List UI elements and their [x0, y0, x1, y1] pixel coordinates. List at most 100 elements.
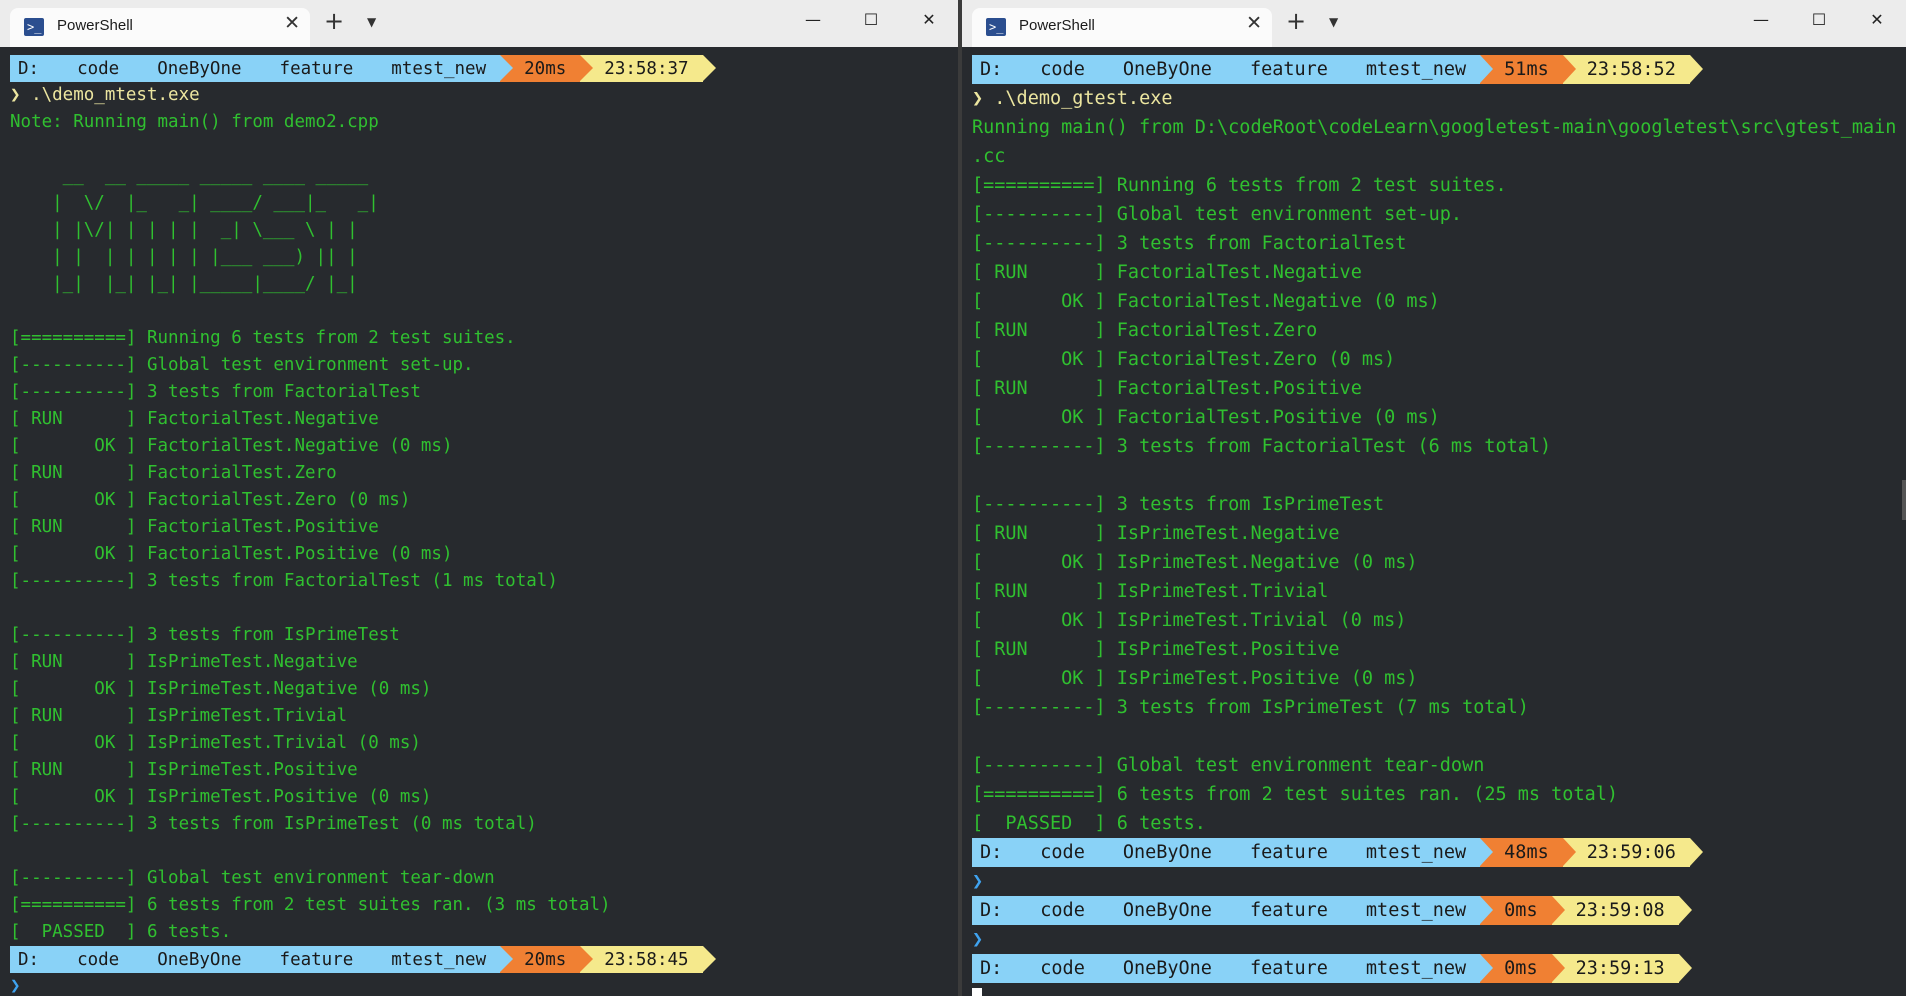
close-window-button[interactable]: ✕ — [900, 0, 958, 40]
output-line: [ OK ] IsPrimeTest.Trivial (0 ms) — [10, 733, 421, 753]
prompt-path-segment: OneByOne — [1098, 838, 1240, 867]
output-line: [ RUN ] FactorialTest.Zero — [10, 463, 337, 483]
close-icon[interactable]: ✕ — [284, 12, 300, 34]
prompt-path-segment: feature — [1225, 896, 1355, 925]
window-controls: — ☐ ✕ — [784, 0, 958, 40]
output-line: [ OK ] FactorialTest.Negative (0 ms) — [10, 436, 453, 456]
output-line: | | | | | | | |___ ___) || | — [10, 247, 358, 267]
output-line: [ OK ] IsPrimeTest.Positive (0 ms) — [10, 787, 432, 807]
output-line: [ PASSED ] 6 tests. — [10, 922, 232, 942]
maximize-button[interactable]: ☐ — [1790, 0, 1848, 40]
prompt-path-segment: feature — [1225, 838, 1355, 867]
new-tab-button[interactable]: + — [324, 7, 344, 35]
prompt-drive: D: — [972, 55, 1030, 84]
prompt-git-branch: mtest_new — [1341, 838, 1494, 867]
prompt-drive: D: — [972, 838, 1030, 867]
output-line: [ RUN ] IsPrimeTest.Negative — [10, 652, 358, 672]
minimize-button[interactable]: — — [1732, 0, 1790, 40]
output-line: [ OK ] IsPrimeTest.Negative (0 ms) — [10, 679, 432, 699]
prompt-drive: D: — [10, 946, 67, 973]
prompt-line: D: code OneByOne feature mtest_new 0ms 2… — [972, 896, 1896, 925]
prompt-git-branch: mtest_new — [367, 55, 513, 82]
prompt-git-branch: mtest_new — [1341, 55, 1494, 84]
chevron-down-icon[interactable]: ▼ — [367, 15, 376, 29]
output-line: [ RUN ] IsPrimeTest.Positive — [10, 760, 358, 780]
output-line: | \/ |_ _| ____/ ___|_ _| — [10, 193, 379, 213]
close-window-button[interactable]: ✕ — [1848, 0, 1906, 40]
prompt-path-segment: OneByOne — [1098, 896, 1240, 925]
output-line: [----------] 3 tests from FactorialTest … — [972, 436, 1552, 457]
prompt-drive: D: — [972, 896, 1030, 925]
prompt-line: D: code OneByOne feature mtest_new 20ms … — [10, 946, 948, 973]
tab-powershell[interactable]: >_ PowerShell ✕ — [10, 8, 310, 47]
minimize-button[interactable]: — — [784, 0, 842, 40]
chevron-down-icon[interactable]: ▼ — [1329, 15, 1338, 29]
output-line: [ RUN ] FactorialTest.Positive — [972, 378, 1362, 399]
output-line: [ OK ] FactorialTest.Zero (0 ms) — [10, 490, 411, 510]
tab-title: PowerShell — [1019, 17, 1095, 34]
output-line: [----------] Global test environment tea… — [10, 868, 495, 888]
command-line: ❯ .\demo_mtest.exe — [10, 85, 200, 105]
output-line: .cc — [972, 146, 1006, 167]
output-line: [----------] 3 tests from IsPrimeTest — [972, 494, 1385, 515]
output-line: [ OK ] FactorialTest.Zero (0 ms) — [972, 349, 1396, 370]
output-line: [----------] Global test environment set… — [10, 355, 474, 375]
prompt-line: D: code OneByOne feature mtest_new 48ms … — [972, 838, 1896, 867]
prompt-path-segment: feature — [255, 55, 381, 82]
output-line: [ RUN ] IsPrimeTest.Negative — [972, 523, 1340, 544]
prompt-git-branch: mtest_new — [1341, 896, 1494, 925]
output-line: [==========] 6 tests from 2 test suites … — [972, 784, 1619, 805]
prompt-path-segment: OneByOne — [133, 55, 269, 82]
output-line: [ OK ] IsPrimeTest.Negative (0 ms) — [972, 552, 1418, 573]
output-line: [----------] 3 tests from FactorialTest — [10, 382, 421, 402]
output-line: [----------] 3 tests from IsPrimeTest (7… — [972, 697, 1529, 718]
terminal-window-right: >_ PowerShell ✕ + ▼ — ☐ ✕ D: code OneByO… — [962, 0, 1906, 996]
tab-title: PowerShell — [57, 17, 133, 34]
output-line: [ RUN ] IsPrimeTest.Positive — [972, 639, 1340, 660]
output-line: [----------] Global test environment set… — [972, 204, 1463, 225]
prompt-line: D: code OneByOne feature mtest_new 0ms 2… — [972, 954, 1896, 983]
close-icon[interactable]: ✕ — [1246, 12, 1262, 34]
prompt-path-segment: OneByOne — [1098, 55, 1240, 84]
prompt-time: 23:59:06 — [1562, 838, 1703, 867]
prompt-drive: D: — [972, 954, 1030, 983]
maximize-button[interactable]: ☐ — [842, 0, 900, 40]
scrollbar-thumb[interactable] — [1902, 480, 1906, 520]
output-line: [----------] 3 tests from IsPrimeTest (0… — [10, 814, 537, 834]
new-tab-button[interactable]: + — [1286, 7, 1306, 35]
input-line[interactable] — [972, 983, 1896, 996]
title-bar: >_ PowerShell ✕ + ▼ — ☐ ✕ — [962, 0, 1906, 47]
output-line: [==========] 6 tests from 2 test suites … — [10, 895, 611, 915]
prompt-line: D: code OneByOne feature mtest_new 20ms … — [10, 55, 948, 82]
output-line: [ PASSED ] 6 tests. — [972, 813, 1206, 834]
window-controls: — ☐ ✕ — [1732, 0, 1906, 40]
prompt-path-segment: feature — [255, 946, 381, 973]
terminal-window-left: >_ PowerShell ✕ + ▼ — ☐ ✕ D: code OneByO… — [0, 0, 958, 996]
tab-powershell[interactable]: >_ PowerShell ✕ — [972, 8, 1272, 47]
prompt-time: 23:59:08 — [1551, 896, 1692, 925]
prompt-line: D: code OneByOne feature mtest_new 51ms … — [972, 55, 1896, 84]
prompt-caret: ❯ — [10, 976, 21, 996]
prompt-path-segment: feature — [1225, 55, 1355, 84]
terminal-output[interactable]: D: code OneByOne feature mtest_new 51ms … — [972, 55, 1896, 996]
prompt-time: 23:58:45 — [580, 946, 716, 973]
output-line: [ RUN ] FactorialTest.Zero — [972, 320, 1318, 341]
output-line: [ RUN ] FactorialTest.Positive — [10, 517, 379, 537]
prompt-time: 23:58:37 — [580, 55, 716, 82]
title-bar: >_ PowerShell ✕ + ▼ — ☐ ✕ — [0, 0, 958, 47]
output-line: [ RUN ] FactorialTest.Negative — [972, 262, 1362, 283]
prompt-git-branch: mtest_new — [1341, 954, 1494, 983]
terminal-output[interactable]: D: code OneByOne feature mtest_new 20ms … — [10, 55, 948, 996]
text-cursor — [972, 988, 982, 996]
output-line: [ OK ] FactorialTest.Negative (0 ms) — [972, 291, 1440, 312]
output-line: [----------] 3 tests from FactorialTest — [972, 233, 1407, 254]
output-line: [ RUN ] IsPrimeTest.Trivial — [972, 581, 1329, 602]
prompt-drive: D: — [10, 55, 67, 82]
output-line: [ OK ] FactorialTest.Positive (0 ms) — [10, 544, 453, 564]
prompt-git-branch: mtest_new — [367, 946, 513, 973]
output-line: [----------] 3 tests from IsPrimeTest — [10, 625, 400, 645]
output-line: [==========] Running 6 tests from 2 test… — [10, 328, 516, 348]
